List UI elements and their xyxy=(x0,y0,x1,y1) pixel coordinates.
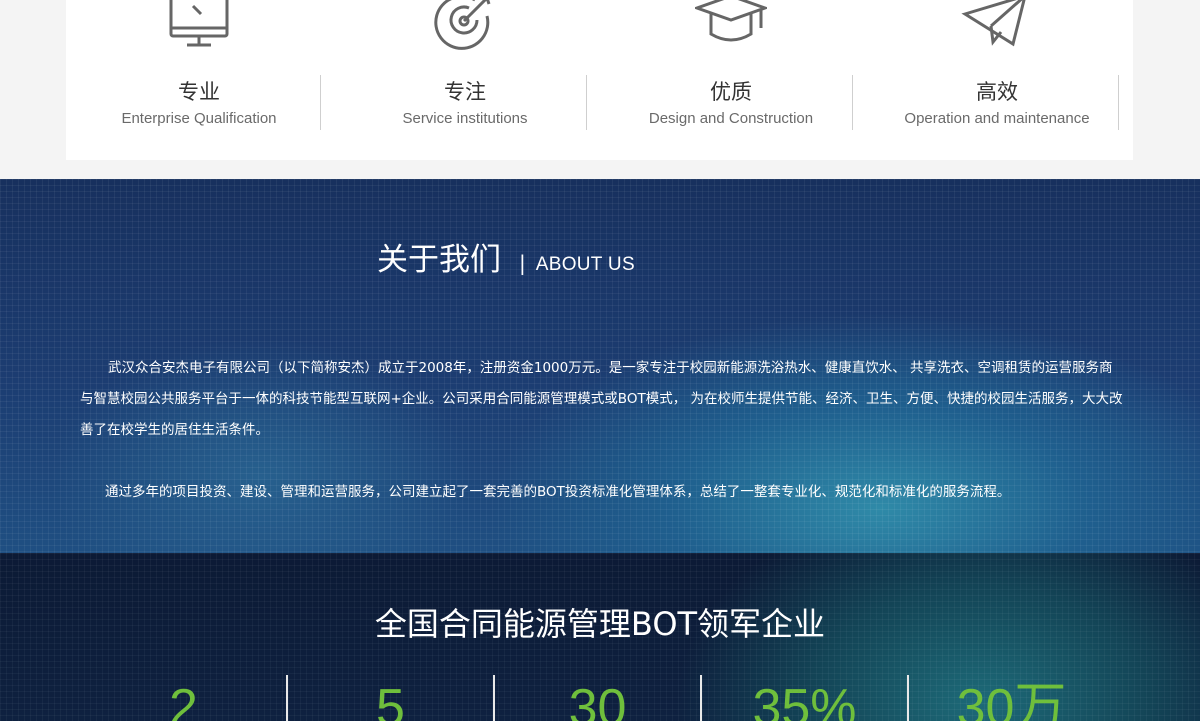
stats-section: 全国合同能源管理BOT领军企业 2 5 30 35% 30万 xyxy=(0,553,1200,721)
feature-quality[interactable]: 优质 Design and Construction xyxy=(598,0,864,160)
about-title-en: ABOUT US xyxy=(535,254,635,275)
about-paragraph-1: 武汉众合安杰电子有限公司（以下简称安杰）成立于2008年，注册资金1000万元。… xyxy=(80,359,1123,438)
stat-value: 30 xyxy=(568,679,627,721)
feature-title: 高效 xyxy=(976,80,1018,104)
features-section: 专业 Enterprise Qualification 专注 Service i… xyxy=(0,0,1200,179)
target-icon xyxy=(429,0,501,50)
feature-subtitle: Enterprise Qualification xyxy=(121,110,277,127)
graduation-cap-icon xyxy=(692,0,770,50)
feature-subtitle: Operation and maintenance xyxy=(904,110,1090,127)
features-card: 专业 Enterprise Qualification 专注 Service i… xyxy=(66,0,1133,160)
feature-title: 优质 xyxy=(710,80,752,104)
feature-divider xyxy=(852,75,853,130)
about-heading: 关于我们 | ABOUT US xyxy=(377,234,635,279)
stat-value: 30万 xyxy=(956,679,1067,721)
feature-title: 专业 xyxy=(178,80,220,104)
feature-divider xyxy=(320,75,321,130)
stat-value: 2 xyxy=(169,679,198,721)
stats-title: 全国合同能源管理BOT领军企业 xyxy=(374,605,826,643)
about-section: 关于我们 | ABOUT US 武汉众合安杰电子有限公司（以下简称安杰）成立于2… xyxy=(0,179,1200,553)
monitor-icon xyxy=(163,0,235,50)
feature-professional[interactable]: 专业 Enterprise Qualification xyxy=(66,0,332,160)
feature-subtitle: Service institutions xyxy=(402,110,528,127)
feature-subtitle: Design and Construction xyxy=(648,110,814,127)
feature-focus[interactable]: 专注 Service institutions xyxy=(332,0,598,160)
feature-divider xyxy=(1118,75,1119,130)
stat-value: 35% xyxy=(752,679,857,721)
about-title-separator: | xyxy=(519,251,526,275)
about-title-cn: 关于我们 xyxy=(377,242,501,278)
feature-efficiency[interactable]: 高效 Operation and maintenance xyxy=(864,0,1130,160)
stat-value: 5 xyxy=(376,679,405,721)
about-paragraph-2: 通过多年的项目投资、建设、管理和运营服务，公司建立起了一套完善的BOT投资标准化… xyxy=(105,483,1011,500)
paper-plane-icon xyxy=(961,0,1033,50)
feature-title: 专注 xyxy=(444,80,486,104)
feature-divider xyxy=(586,75,587,130)
